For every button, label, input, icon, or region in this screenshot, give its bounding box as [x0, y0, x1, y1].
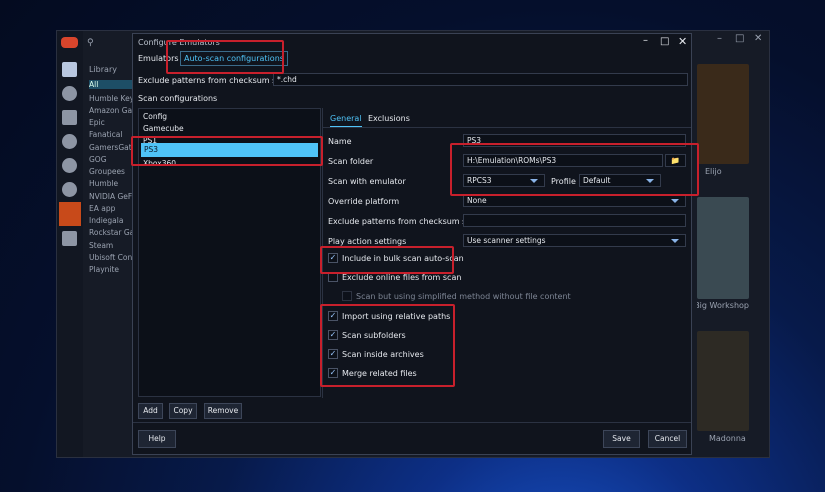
library-item[interactable]: Playnite	[89, 265, 133, 274]
library-item[interactable]: Amazon Games	[89, 106, 133, 115]
game-title: Madonna	[709, 434, 746, 443]
name-label: Name	[328, 137, 352, 146]
save-button[interactable]: Save	[603, 430, 640, 448]
library-item[interactable]: Groupees	[89, 167, 133, 176]
highlight-box	[320, 246, 454, 274]
exclude-patterns-label: Exclude patterns from checksum scan	[138, 76, 291, 85]
exclude-patterns-input[interactable]: *.chd	[273, 73, 688, 86]
scan-folder-label: Scan folder	[328, 157, 374, 166]
highlight-box	[450, 143, 699, 196]
library-filter-list: Library All Humble Keys Amazon Games Epi…	[85, 31, 133, 457]
library-item[interactable]: Humble Keys	[89, 94, 133, 103]
game-title: Elijo	[705, 167, 722, 176]
library-item[interactable]: Ubisoft Connect	[89, 253, 133, 262]
list-item[interactable]: Gamecube	[143, 124, 184, 133]
game-cover[interactable]	[697, 197, 749, 299]
exclude-patterns-config-label: Exclude patterns from checksum scan	[328, 217, 481, 226]
checkbox-label: Scan but using simplified method without…	[356, 292, 571, 301]
footer-divider	[133, 422, 691, 423]
game-cover[interactable]	[697, 331, 749, 431]
add-button[interactable]: Add	[138, 403, 163, 419]
highlight-box	[131, 136, 323, 166]
media-icon[interactable]	[62, 182, 77, 197]
help-button[interactable]: Help	[138, 430, 176, 448]
scan-emulator-label: Scan with emulator	[328, 177, 406, 186]
library-item[interactable]: All	[89, 80, 133, 89]
exclude-patterns-config-input[interactable]	[463, 214, 686, 227]
checkbox-label: Exclude online files from scan	[342, 273, 462, 282]
subtab-exclusions[interactable]: Exclusions	[368, 114, 410, 123]
library-item[interactable]: GOG	[89, 155, 133, 164]
override-platform-label: Override platform	[328, 197, 400, 206]
library-item[interactable]: Humble	[89, 179, 133, 188]
stats-icon[interactable]	[62, 86, 77, 101]
remove-button[interactable]: Remove	[204, 403, 242, 419]
addon-icon[interactable]	[59, 202, 81, 226]
scan-configurations-label: Scan configurations	[138, 94, 218, 103]
library-item[interactable]: Rockstar Games	[89, 228, 133, 237]
library-item[interactable]: EA app	[89, 204, 133, 213]
minimize-icon[interactable]: –	[717, 33, 722, 44]
dialog-minimize-icon[interactable]: –	[643, 35, 648, 46]
play-action-dropdown[interactable]: Use scanner settings	[463, 234, 686, 247]
highlight-box	[320, 304, 455, 387]
dialog-close-icon[interactable]: ✕	[678, 35, 687, 48]
game-cover[interactable]	[697, 64, 749, 164]
library-item[interactable]: GamersGate	[89, 143, 133, 152]
library-label: Library	[89, 65, 117, 74]
book-icon[interactable]	[62, 110, 77, 125]
divider	[323, 127, 691, 128]
library-item[interactable]: NVIDIA GeForce	[89, 192, 133, 201]
library-item[interactable]: Indiegala	[89, 216, 133, 225]
game-title: Little Big Workshop	[697, 301, 749, 310]
copy-button[interactable]: Copy	[169, 403, 197, 419]
cancel-button[interactable]: Cancel	[648, 430, 687, 448]
list-item[interactable]: Config	[143, 112, 167, 121]
dialog-maximize-icon[interactable]: □	[660, 36, 669, 47]
library-item[interactable]: Fanatical	[89, 130, 133, 139]
highlight-box	[166, 40, 284, 74]
library-item[interactable]: Steam	[89, 241, 133, 250]
play-icon[interactable]	[62, 158, 77, 173]
maximize-icon[interactable]: □	[735, 33, 744, 44]
sidebar-icons	[57, 31, 83, 457]
subtab-general[interactable]: General	[330, 114, 362, 128]
library-icon[interactable]	[62, 62, 77, 77]
configure-emulators-dialog: Configure Emulators – □ ✕ Emulators Auto…	[132, 33, 692, 455]
window-icon[interactable]	[62, 231, 77, 246]
library-item[interactable]: Epic	[89, 118, 133, 127]
playnite-logo-icon	[61, 37, 78, 48]
close-icon[interactable]: ✕	[754, 33, 762, 44]
rocket-icon[interactable]	[62, 134, 77, 149]
simplified-scan-checkbox[interactable]	[342, 291, 352, 301]
play-action-label: Play action settings	[328, 237, 407, 246]
